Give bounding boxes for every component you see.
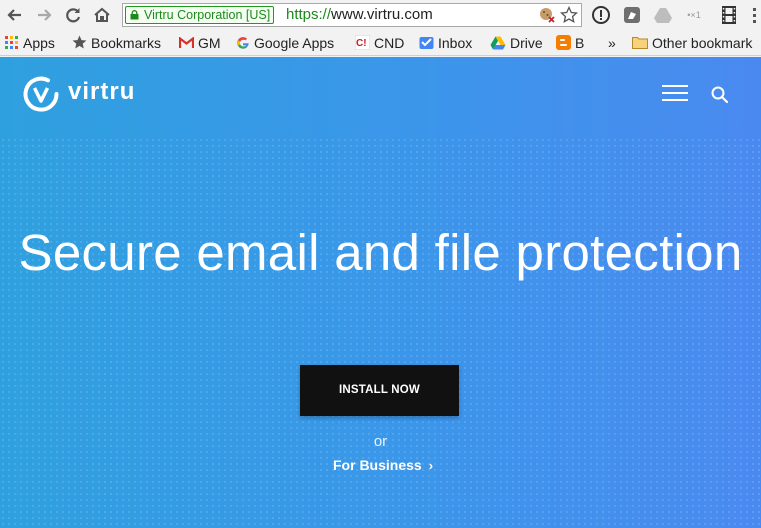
virtru-hero-section: virtru Secure email and file protection … [0,57,761,528]
star-icon [72,35,87,49]
home-icon [94,7,110,22]
bookmark-star-icon[interactable] [560,6,578,24]
film-extension-icon[interactable] [719,5,739,25]
lock-icon [130,10,139,20]
ev-certificate-badge[interactable]: Virtru Corporation [US] [125,6,275,24]
hero-headline: Secure email and file protection [18,224,743,281]
for-business-label: For Business [333,457,422,473]
hamburger-line [662,99,688,101]
url-host: www.virtru.com [331,6,433,23]
bookmark-blogger[interactable]: B [556,33,584,53]
hamburger-menu-button[interactable] [662,85,688,103]
bookmark-apps[interactable]: Apps [5,33,55,53]
notes-extension-icon[interactable] [622,5,642,25]
bookmark-label: Apps [23,35,55,51]
hamburger-line [662,92,688,94]
for-business-link[interactable]: For Business › [333,457,433,473]
virtru-logo[interactable]: virtru [20,73,134,115]
inbox-icon [419,36,434,49]
other-bookmarks-label: Other bookmark [652,35,753,51]
logo-wordmark: virtru [68,78,136,105]
other-bookmarks-folder[interactable]: Other bookmark [632,33,752,53]
forward-arrow-icon [38,9,52,21]
search-icon [711,86,729,104]
back-arrow-icon [7,9,21,21]
chrome-menu-icon[interactable] [745,5,761,25]
cookie-blocked-icon[interactable] [538,6,556,24]
blogger-icon [556,35,571,51]
url-scheme: https:// [286,6,332,23]
hamburger-line [662,85,688,87]
svg-text:C!: C! [356,38,367,49]
bookmark-label: GM [198,35,221,51]
folder-icon [632,37,648,50]
bookmark-google-apps[interactable]: Google Apps [236,33,334,53]
gmail-icon [179,36,194,48]
bookmark-inbox[interactable]: Inbox [419,33,472,53]
chevron-right-icon: › [428,458,434,473]
or-separator: or [373,433,388,450]
bookmark-gm[interactable]: GM [179,33,221,53]
google-icon [237,36,249,49]
reload-button[interactable] [62,4,84,26]
bookmark-label: CND [374,35,405,51]
bookmark-label: Drive [510,35,543,51]
drive-extension-icon[interactable] [653,5,673,25]
info-extension-icon[interactable] [591,5,611,25]
extension-dots-icon[interactable]: •×1 [684,5,704,25]
apps-grid-icon [5,35,18,49]
install-now-button[interactable]: INSTALL NOW [300,365,459,416]
address-bar[interactable]: Virtru Corporation [US] https://www.virt… [122,3,582,27]
browser-toolbar: Virtru Corporation [US] https://www.virt… [0,0,761,30]
bookmarks-bar: Apps Bookmarks GM Google Apps C! CND Inb… [0,30,761,56]
site-search-button[interactable] [710,85,730,105]
bookmarks-overflow-button[interactable]: » [608,33,616,53]
virtru-v-logo-icon [23,76,59,112]
forward-button[interactable] [33,4,55,26]
bookmark-label: B [575,35,585,51]
home-button[interactable] [91,4,113,26]
bookmark-cnd[interactable]: C! CND [355,33,404,53]
ev-certificate-label: Virtru Corporation [US] [144,8,271,22]
cnd-icon: C! [355,35,370,51]
bookmark-drive[interactable]: Drive [490,33,543,53]
bookmark-bookmarks[interactable]: Bookmarks [72,33,161,53]
reload-icon [66,8,81,23]
bookmark-label: Bookmarks [91,35,162,51]
url-text[interactable]: https://www.virtru.com [286,6,433,24]
bookmark-label: Google Apps [254,35,335,51]
bookmark-label: Inbox [438,35,473,51]
back-button[interactable] [4,4,26,26]
drive-icon [490,36,506,50]
